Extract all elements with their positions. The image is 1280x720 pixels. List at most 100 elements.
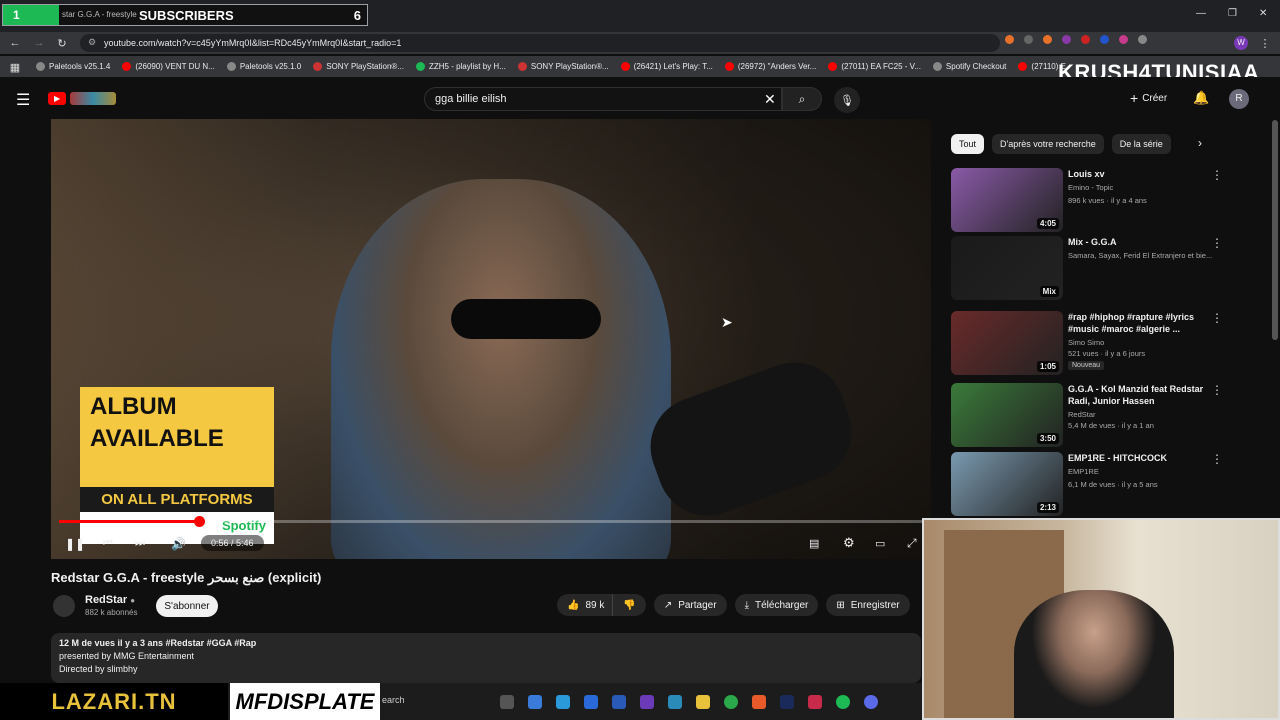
- recommended-video[interactable]: 1:05 #rap #hiphop #rapture #lyrics #music…: [951, 311, 1223, 375]
- page-scrollbar[interactable]: [1272, 120, 1278, 340]
- save-button[interactable]: ⊞ Enregistrer: [826, 594, 910, 616]
- recommended-video[interactable]: 4:05 Louis xv Emino - Topic 896 k vues · il…: [951, 168, 1223, 232]
- next-icon[interactable]: ⏭: [135, 537, 145, 550]
- channel-name[interactable]: RedStar ●: [85, 594, 135, 606]
- recommended-title[interactable]: #rap #hiphop #rapture #lyrics #music #ma…: [1068, 311, 1208, 335]
- voice-search-button[interactable]: 🎙: [834, 87, 860, 113]
- puzzle-icon[interactable]: [1138, 35, 1147, 44]
- settings-gear-icon[interactable]: ⚙: [843, 535, 855, 551]
- chevron-right-icon[interactable]: ›: [1198, 136, 1202, 150]
- reload-icon[interactable]: ↻: [55, 36, 69, 50]
- recommended-title[interactable]: EMP1RE - HITCHCOCK: [1068, 452, 1208, 464]
- bookmark-item[interactable]: (26972) "Anders Ver...: [724, 62, 816, 71]
- more-options-icon[interactable]: ⋮: [1211, 452, 1223, 466]
- bookmark-item[interactable]: (26090) VENT DU N...: [122, 62, 215, 71]
- bookmark-item[interactable]: SONY PlayStation®...: [517, 62, 609, 71]
- discord-icon[interactable]: [864, 695, 878, 709]
- recommended-video[interactable]: 3:50 G.G.A - Kol Manzid feat Redstar Radi…: [951, 383, 1223, 447]
- app-icon[interactable]: [668, 695, 682, 709]
- apps-grid-icon[interactable]: ▦: [8, 60, 22, 74]
- pause-icon[interactable]: ❚❚: [65, 537, 85, 551]
- close-icon[interactable]: ✕: [1259, 8, 1267, 19]
- taskview-icon[interactable]: [500, 695, 514, 709]
- video-thumbnail[interactable]: Mix: [951, 236, 1063, 300]
- spotify-icon[interactable]: [836, 695, 850, 709]
- edge-icon[interactable]: [556, 695, 570, 709]
- chrome-icon[interactable]: [724, 695, 738, 709]
- search-input[interactable]: gga billie eilish: [424, 87, 782, 111]
- subscribe-button[interactable]: S'abonner: [156, 595, 218, 617]
- recommended-title[interactable]: Mix - G.G.A: [1068, 236, 1208, 248]
- file-explorer-icon[interactable]: [696, 695, 710, 709]
- more-options-icon[interactable]: ⋮: [1211, 311, 1223, 325]
- extension-icon[interactable]: [1081, 35, 1090, 44]
- chip-from-search[interactable]: D'après votre recherche: [992, 134, 1104, 154]
- chip-all[interactable]: Tout: [951, 134, 985, 154]
- share-label: Partager: [678, 599, 717, 611]
- extension-icon[interactable]: [1043, 35, 1052, 44]
- bookmark-item[interactable]: Paletools v25.1.4: [36, 62, 110, 71]
- bookmark-item[interactable]: ZZH5 - playlist by H...: [415, 62, 506, 71]
- video-player[interactable]: ALBUM AVAILABLE ON ALL PLATFORMS Spotify…: [51, 119, 931, 559]
- extension-icon[interactable]: [1062, 35, 1071, 44]
- progress-scrubber-handle[interactable]: [193, 516, 205, 527]
- site-info-icon[interactable]: ⚙: [88, 37, 96, 48]
- video-thumbnail[interactable]: 2:13: [951, 452, 1063, 516]
- back-icon[interactable]: ←: [8, 36, 22, 50]
- url-field[interactable]: ⚙ youtube.com/watch?v=c45yYmMrq0I&list=R…: [80, 34, 1000, 52]
- recommended-video[interactable]: 2:13 EMP1RE - HITCHCOCK EMP1RE 6,1 M de vue…: [951, 452, 1223, 516]
- previous-icon[interactable]: ⏮: [103, 537, 113, 550]
- hamburger-menu-icon[interactable]: ☰: [16, 90, 30, 110]
- channel-avatar[interactable]: [53, 595, 75, 617]
- clear-search-icon[interactable]: ✕: [764, 91, 776, 108]
- share-button[interactable]: ↗ Partager: [653, 594, 727, 616]
- maximize-icon[interactable]: ❐: [1228, 8, 1237, 19]
- bookmark-item[interactable]: (27011) EA FC25 - V...: [828, 62, 921, 71]
- more-options-icon[interactable]: ⋮: [1211, 168, 1223, 182]
- youtube-logo[interactable]: ▶: [48, 92, 66, 105]
- dislike-button[interactable]: 👎: [612, 594, 646, 616]
- video-thumbnail[interactable]: 3:50: [951, 383, 1063, 447]
- theater-mode-icon[interactable]: ▭: [875, 537, 885, 550]
- brave-icon[interactable]: [752, 695, 766, 709]
- bookmark-item[interactable]: SONY PlayStation®...: [313, 62, 404, 71]
- minimize-icon[interactable]: —: [1196, 8, 1206, 19]
- search-button[interactable]: ⌕: [782, 87, 822, 111]
- video-thumbnail[interactable]: 4:05: [951, 168, 1063, 232]
- outlook-icon[interactable]: [612, 695, 626, 709]
- recommended-title[interactable]: Louis xv: [1068, 168, 1208, 180]
- doodle-logo[interactable]: [70, 92, 116, 105]
- bookmark-item[interactable]: (26421) Let's Play: T...: [620, 62, 713, 71]
- taskbar-search[interactable]: earch: [382, 695, 405, 705]
- store-icon[interactable]: [584, 695, 598, 709]
- teams-icon[interactable]: [640, 695, 654, 709]
- volume-icon[interactable]: 🔊: [171, 537, 186, 551]
- app-icon[interactable]: [808, 695, 822, 709]
- extension-icon[interactable]: [1024, 35, 1033, 44]
- bookmark-item[interactable]: Spotify Checkout: [932, 62, 1006, 71]
- notifications-bell-icon[interactable]: 🔔: [1193, 90, 1209, 106]
- extension-icon[interactable]: [1005, 35, 1014, 44]
- extension-icon[interactable]: [1119, 35, 1128, 44]
- video-thumbnail[interactable]: 1:05: [951, 311, 1063, 375]
- recommended-title[interactable]: G.G.A - Kol Manzid feat Redstar Radi, Ju…: [1068, 383, 1208, 407]
- browser-menu-icon[interactable]: ⋮: [1258, 36, 1272, 50]
- profile-avatar[interactable]: W: [1234, 36, 1248, 50]
- like-button[interactable]: 👍 89 k: [557, 594, 613, 616]
- more-options-icon[interactable]: ⋮: [1211, 383, 1223, 397]
- subtitles-icon[interactable]: ▤: [809, 537, 819, 550]
- create-button[interactable]: + Créer: [1130, 90, 1167, 106]
- more-options-icon[interactable]: ⋮: [1211, 236, 1223, 250]
- chip-from-series[interactable]: De la série: [1111, 134, 1171, 154]
- forward-icon[interactable]: →: [32, 36, 46, 50]
- download-button[interactable]: ⤓ Télécharger: [734, 594, 819, 616]
- copilot-icon[interactable]: [528, 695, 542, 709]
- fullscreen-icon[interactable]: ⤢: [907, 536, 917, 551]
- bookmark-item[interactable]: Paletools v25.1.0: [226, 62, 301, 71]
- extension-icon[interactable]: [1100, 35, 1109, 44]
- account-avatar[interactable]: R: [1229, 89, 1249, 109]
- tab-title[interactable]: star G.G.A - freestyle: [62, 10, 137, 19]
- photoshop-icon[interactable]: [780, 695, 794, 709]
- description-box[interactable]: 12 M de vues il y a 3 ans #Redstar #GGA …: [51, 633, 921, 683]
- recommended-video[interactable]: Mix Mix - G.G.A Samara, Sayax, Ferid El Ex…: [951, 236, 1223, 300]
